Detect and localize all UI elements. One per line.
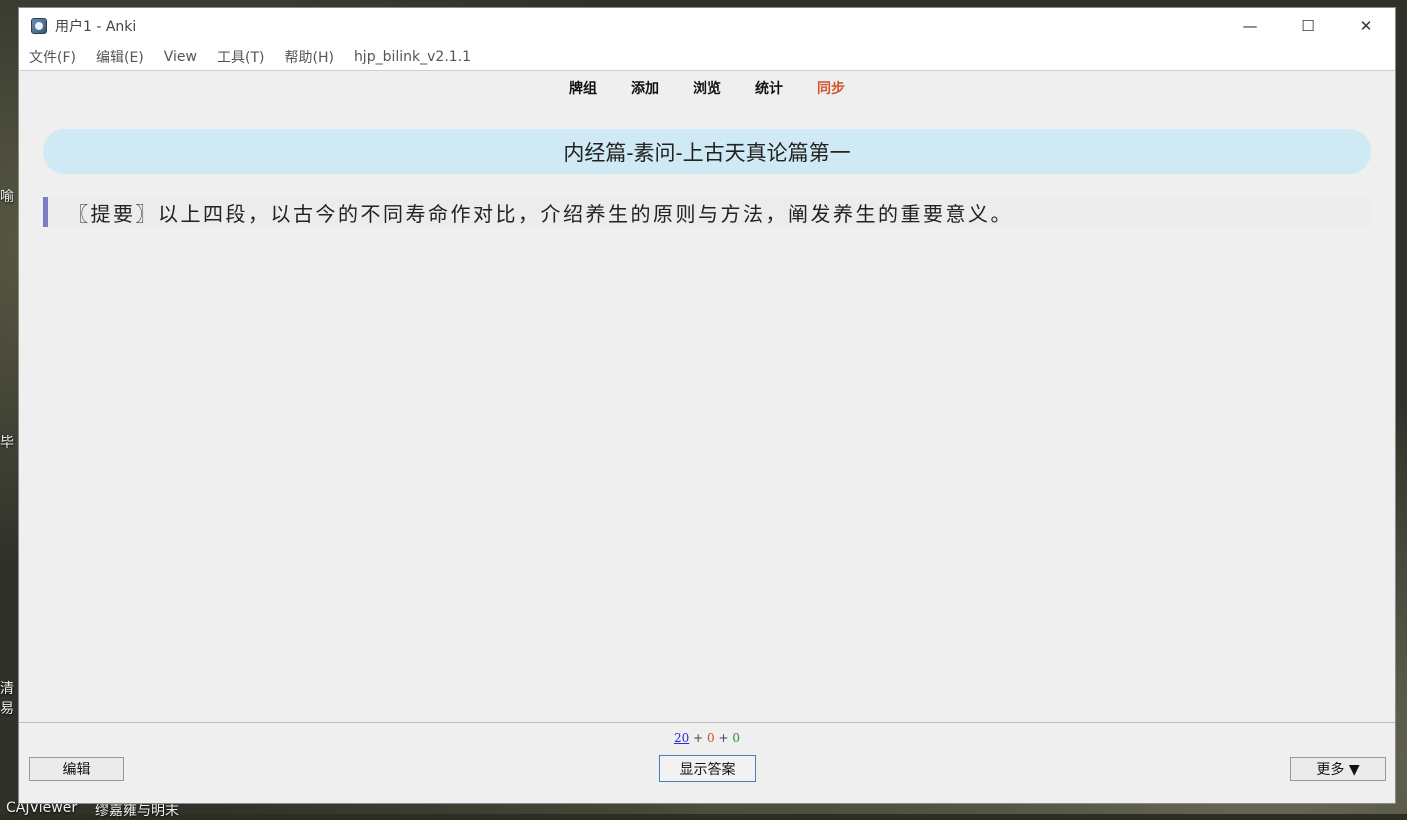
- maximize-button[interactable]: ☐: [1279, 8, 1337, 44]
- desktop-label[interactable]: 清: [0, 678, 14, 698]
- learn-count: 0: [707, 731, 715, 745]
- menu-bar: 文件(F) 编辑(E) View 工具(T) 帮助(H) hjp_bilink_…: [19, 44, 1395, 71]
- close-button[interactable]: ✕: [1337, 8, 1395, 44]
- review-count: 0: [732, 731, 740, 745]
- menu-edit[interactable]: 编辑(E): [86, 47, 154, 67]
- menu-addon-hjp-bilink[interactable]: hjp_bilink_v2.1.1: [344, 49, 481, 65]
- menu-file[interactable]: 文件(F): [19, 47, 86, 67]
- due-counts: 20 + 0 + 0: [19, 731, 1395, 745]
- edit-button[interactable]: 编辑: [29, 757, 124, 781]
- main-toolbar: 牌组 添加 浏览 统计 同步: [19, 71, 1395, 105]
- menu-view[interactable]: View: [154, 49, 207, 65]
- desktop-label[interactable]: 喻: [0, 186, 14, 206]
- toolbar-browse-link[interactable]: 浏览: [693, 78, 721, 98]
- card-reviewer: 内经篇-素问-上古天真论篇第一 〖提要〗以上四段，以古今的不同寿命作对比，介绍养…: [19, 105, 1395, 723]
- reviewer-bottom-bar: 20 + 0 + 0 编辑 显示答案 更多 ▼: [19, 722, 1395, 803]
- title-bar[interactable]: 用户1 - Anki — ☐ ✕: [19, 8, 1395, 44]
- anki-app-icon: [31, 18, 47, 34]
- menu-help[interactable]: 帮助(H): [274, 47, 343, 67]
- toolbar-decks-link[interactable]: 牌组: [569, 78, 597, 98]
- toolbar-stats-link[interactable]: 统计: [755, 78, 783, 98]
- anki-window: 用户1 - Anki — ☐ ✕ 文件(F) 编辑(E) View 工具(T) …: [18, 7, 1396, 804]
- new-count: 20: [674, 731, 690, 745]
- toolbar-sync-link[interactable]: 同步: [817, 78, 845, 98]
- window-controls: — ☐ ✕: [1221, 8, 1395, 44]
- menu-tools[interactable]: 工具(T): [207, 47, 274, 67]
- deck-title-banner: 内经篇-素问-上古天真论篇第一: [43, 129, 1371, 174]
- count-separator: +: [689, 731, 707, 745]
- desktop-label[interactable]: 易: [0, 698, 14, 718]
- toolbar-add-link[interactable]: 添加: [631, 78, 659, 98]
- minimize-button[interactable]: —: [1221, 8, 1279, 44]
- window-title: 用户1 - Anki: [55, 19, 137, 35]
- more-button[interactable]: 更多 ▼: [1290, 757, 1386, 781]
- show-answer-button[interactable]: 显示答案: [659, 755, 756, 782]
- count-separator: +: [714, 731, 733, 745]
- desktop-label[interactable]: 毕: [0, 432, 14, 452]
- card-question-text: 〖提要〗以上四段，以古今的不同寿命作对比，介绍养生的原则与方法，阐发养生的重要意…: [43, 197, 1371, 227]
